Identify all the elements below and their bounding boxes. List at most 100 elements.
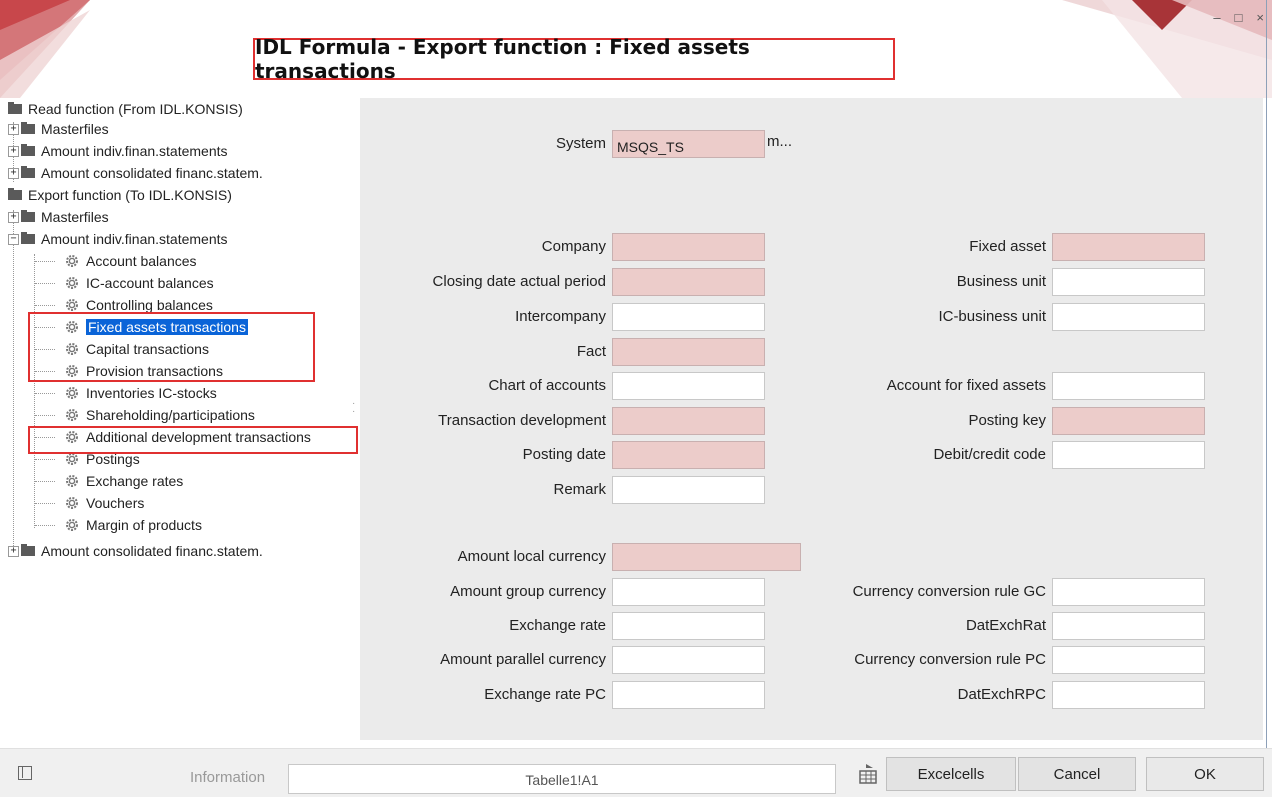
field-label: Business unit	[956, 273, 1046, 290]
tree-label: Shareholding/participations	[86, 407, 255, 423]
tree-label: Exchange rates	[86, 473, 184, 489]
window-border	[1266, 0, 1267, 797]
tree-leaf[interactable]: Exchange rates	[64, 470, 183, 492]
tree-export-masterfiles[interactable]: + Masterfiles	[8, 206, 109, 228]
tree-export-amount-consolidated[interactable]: + Amount consolidated financ.statem.	[8, 540, 263, 562]
field-label: Amount group currency	[450, 583, 606, 600]
expand-icon[interactable]: +	[8, 211, 19, 223]
window-controls: – □ ×	[1213, 10, 1264, 25]
sidebar-toggle-icon[interactable]	[18, 766, 32, 780]
input-field[interactable]	[1052, 646, 1205, 674]
field-label: DatExchRPC	[957, 686, 1046, 703]
maximize-button[interactable]: □	[1235, 10, 1243, 25]
gear-icon	[64, 495, 80, 511]
input-field[interactable]	[612, 338, 765, 366]
system-field[interactable]: MSQS_TS	[612, 130, 765, 158]
tree-guide	[35, 481, 55, 482]
close-button[interactable]: ×	[1256, 10, 1264, 25]
input-field[interactable]	[1052, 233, 1205, 261]
tree-guide	[35, 261, 55, 262]
input-field[interactable]	[1052, 681, 1205, 709]
input-field[interactable]	[612, 303, 765, 331]
tree-label: Vouchers	[86, 495, 145, 511]
field-label: Posting date	[522, 446, 606, 463]
system-more-link[interactable]: m...	[767, 133, 792, 150]
folder-icon	[21, 166, 35, 178]
input-field[interactable]	[612, 233, 765, 261]
window-title-frame: IDL Formula - Export function : Fixed as…	[253, 35, 895, 83]
field-label: Fixed asset	[969, 238, 1046, 255]
minimize-button[interactable]: –	[1213, 10, 1220, 25]
function-tree: Read function (From IDL.KONSIS) + Master…	[8, 98, 358, 740]
input-field[interactable]	[1052, 407, 1205, 435]
expand-icon[interactable]: +	[8, 123, 19, 135]
tree-label: Account balances	[86, 253, 197, 269]
tree-label: Export function (To IDL.KONSIS)	[28, 187, 232, 203]
input-field[interactable]	[1052, 441, 1205, 469]
field-label: Currency conversion rule PC	[854, 651, 1046, 668]
splitter-handle[interactable]: · ·	[352, 399, 356, 417]
tree-read-amount-indiv[interactable]: + Amount indiv.finan.statements	[8, 140, 228, 162]
tree-label: Inventories IC-stocks	[86, 385, 217, 401]
gear-icon	[64, 473, 80, 489]
field-label: Exchange rate	[509, 617, 606, 634]
field-label: Closing date actual period	[432, 273, 606, 290]
input-field[interactable]	[1052, 268, 1205, 296]
excelcells-button[interactable]: Excelcells	[886, 757, 1016, 791]
expand-icon[interactable]: +	[8, 167, 19, 179]
decoration-left	[0, 0, 90, 98]
input-field[interactable]	[612, 372, 765, 400]
input-field[interactable]	[612, 646, 765, 674]
ok-button[interactable]: OK	[1146, 757, 1264, 791]
tree-read-masterfiles[interactable]: + Masterfiles	[8, 118, 109, 140]
field-label: Chart of accounts	[488, 377, 606, 394]
tree-leaf[interactable]: Shareholding/participations	[64, 404, 255, 426]
tree-export-amount-indiv[interactable]: − Amount indiv.finan.statements	[8, 228, 228, 250]
input-field[interactable]	[612, 407, 765, 435]
information-field[interactable]: Tabelle1!A1	[288, 764, 836, 794]
folder-icon	[21, 232, 35, 244]
field-label: Amount local currency	[457, 548, 606, 565]
cancel-button[interactable]: Cancel	[1018, 757, 1136, 791]
tree-read-amount-consolidated[interactable]: + Amount consolidated financ.statem.	[8, 162, 263, 184]
input-field[interactable]	[612, 476, 765, 504]
tree-leaf[interactable]: IC-account balances	[64, 272, 214, 294]
tree-export-root[interactable]: Export function (To IDL.KONSIS)	[8, 184, 232, 206]
excel-table-icon[interactable]	[858, 763, 880, 785]
tree-leaf[interactable]: Account balances	[64, 250, 197, 272]
field-label: Company	[541, 238, 606, 255]
field-label: Remark	[553, 481, 606, 498]
expand-icon[interactable]: +	[8, 145, 19, 157]
tree-guide	[35, 283, 55, 284]
input-field[interactable]	[612, 681, 765, 709]
window-title: IDL Formula - Export function : Fixed as…	[255, 35, 750, 83]
tree-leaf[interactable]: Margin of products	[64, 514, 202, 536]
field-label: System	[555, 135, 606, 152]
gear-icon	[64, 517, 80, 533]
tree-guide	[35, 393, 55, 394]
input-field[interactable]	[1052, 303, 1205, 331]
tree-leaf[interactable]: Vouchers	[64, 492, 144, 514]
field-label: IC-business unit	[938, 308, 1046, 325]
gear-icon	[64, 385, 80, 401]
field-label: Account for fixed assets	[886, 377, 1046, 394]
field-label: DatExchRat	[965, 617, 1046, 634]
input-field[interactable]	[1052, 578, 1205, 606]
highlight-box	[28, 426, 358, 454]
expand-icon[interactable]: +	[8, 545, 19, 557]
input-field[interactable]	[612, 612, 765, 640]
tree-label: Margin of products	[86, 517, 202, 533]
collapse-icon[interactable]: −	[8, 233, 19, 245]
tree-leaf[interactable]: Inventories IC-stocks	[64, 382, 217, 404]
bottom-toolbar: Information Tabelle1!A1 Excelcells Cance…	[0, 748, 1272, 797]
tree-label: IC-account balances	[86, 275, 214, 291]
folder-icon	[8, 102, 22, 114]
tree-guide	[34, 254, 35, 528]
input-field[interactable]	[1052, 372, 1205, 400]
input-field[interactable]	[612, 441, 765, 469]
input-field[interactable]	[1052, 612, 1205, 640]
input-field[interactable]	[612, 578, 765, 606]
tree-read-root[interactable]: Read function (From IDL.KONSIS)	[8, 98, 243, 120]
amount-local-field[interactable]	[612, 543, 801, 571]
input-field[interactable]	[612, 268, 765, 296]
